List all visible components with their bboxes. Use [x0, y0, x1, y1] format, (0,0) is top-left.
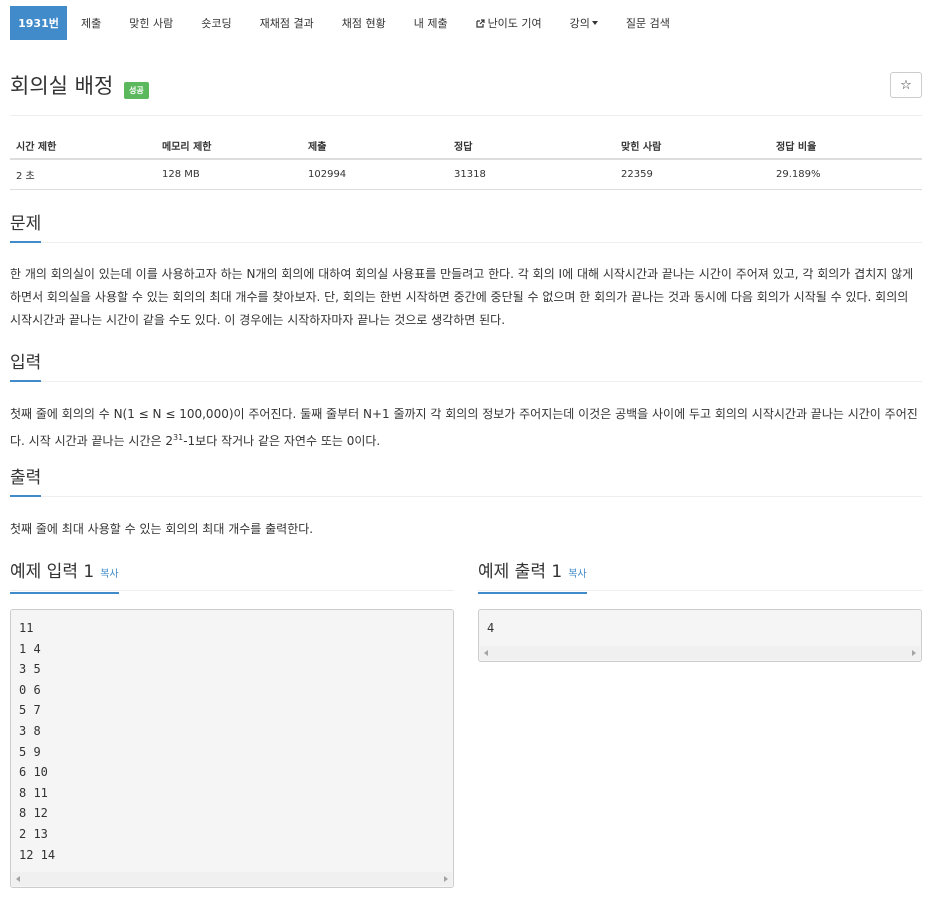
- column-header: 메모리 제한: [156, 132, 302, 160]
- caret-down-icon: [591, 21, 598, 25]
- sample-title-text: 예제 입력 1: [10, 562, 95, 582]
- tab-my-submissions[interactable]: 내 제출: [400, 6, 462, 40]
- title-row: 회의실 배정 성공 ☆: [10, 70, 922, 104]
- sample-output-box[interactable]: 4: [478, 609, 922, 662]
- output-section-header: 출력: [10, 467, 922, 497]
- page-title: 회의실 배정: [10, 74, 114, 98]
- tab-label: 재채점 결과: [259, 17, 314, 30]
- tab-difficulty-contribution[interactable]: 난이도 기여: [462, 6, 556, 40]
- star-icon: ☆: [900, 77, 912, 93]
- copy-input-button[interactable]: 복사: [100, 569, 118, 580]
- problem-info-table: 시간 제한 메모리 제한 제출 정답 맞힌 사람 정답 비율 2 초 128 M…: [10, 132, 922, 190]
- table-cell: 31318: [448, 159, 615, 190]
- sample-output-content: 4: [487, 621, 495, 635]
- divider: [10, 590, 454, 591]
- table-cell: 29.189%: [770, 159, 922, 190]
- external-link-icon: [475, 18, 485, 28]
- divider: [478, 590, 922, 591]
- tab-label: 내 제출: [413, 17, 448, 30]
- table-cell: 128 MB: [156, 159, 302, 190]
- tab-solvers[interactable]: 맞힌 사람: [115, 6, 187, 40]
- column-header: 정답 비율: [770, 132, 922, 160]
- tab-label: 난이도 기여: [487, 17, 542, 30]
- table-header-row: 시간 제한 메모리 제한 제출 정답 맞힌 사람 정답 비율: [10, 132, 922, 160]
- scroll-left-icon[interactable]: [16, 876, 20, 882]
- tab-label: 제출: [81, 17, 102, 30]
- tab-short-coding[interactable]: 숏코딩: [187, 6, 245, 40]
- copy-output-button[interactable]: 복사: [568, 569, 586, 580]
- scroll-right-icon[interactable]: [444, 876, 448, 882]
- sample-output-header: 예제 출력 1 복사: [478, 560, 587, 594]
- tab-lectures[interactable]: 강의: [556, 6, 612, 40]
- input-text-part: 첫째 줄에 회의의 수 N(1 ≤ N ≤ 100,000)이 주어진다. 둘째…: [10, 407, 918, 448]
- sample-input-title: 예제 입력 1 복사: [10, 560, 119, 594]
- tab-label: 1931번: [18, 17, 59, 30]
- scroll-right-icon[interactable]: [912, 650, 916, 656]
- column-header: 맞힌 사람: [615, 132, 770, 160]
- tab-label: 강의: [569, 17, 590, 30]
- tab-label: 질문 검색: [625, 17, 670, 30]
- input-text-part: -1보다 작거나 같은 자연수 또는 0이다.: [183, 434, 381, 448]
- tab-question-search[interactable]: 질문 검색: [612, 6, 684, 40]
- input-description: 첫째 줄에 회의의 수 N(1 ≤ N ≤ 100,000)이 주어진다. 둘째…: [10, 403, 922, 453]
- tab-judge-status[interactable]: 채점 현황: [328, 6, 400, 40]
- problem-tabs: 1931번 제출 맞힌 사람 숏코딩 재채점 결과 채점 현황 내 제출 난이도…: [10, 6, 922, 40]
- output-description: 첫째 줄에 최대 사용할 수 있는 회의의 최대 개수를 출력한다.: [10, 522, 314, 536]
- section-title: 문제: [10, 213, 42, 243]
- tab-problem-number[interactable]: 1931번: [10, 6, 67, 40]
- column-header: 정답: [448, 132, 615, 160]
- tab-rejudge-results[interactable]: 재채점 결과: [246, 6, 328, 40]
- favorite-button[interactable]: ☆: [890, 72, 922, 98]
- tab-label: 채점 현황: [341, 17, 386, 30]
- input-section-header: 입력: [10, 352, 922, 382]
- horizontal-scrollbar[interactable]: [480, 646, 920, 660]
- column-header: 시간 제한: [10, 132, 156, 160]
- section-title: 출력: [10, 467, 42, 497]
- exponent: 31: [173, 433, 184, 442]
- table-row: 2 초 128 MB 102994 31318 22359 29.189%: [10, 159, 922, 190]
- sample-title-text: 예제 출력 1: [478, 562, 563, 582]
- sample-output-title: 예제 출력 1 복사: [478, 560, 587, 594]
- table-cell: 2 초: [10, 159, 156, 190]
- sample-input-content: 11 1 4 3 5 0 6 5 7 3 8 5 9 6 10 8 11 8 1…: [19, 621, 56, 862]
- column-header: 제출: [302, 132, 448, 160]
- problem-section-header: 문제: [10, 213, 922, 243]
- table-cell: 22359: [615, 159, 770, 190]
- status-badge: 성공: [124, 82, 149, 99]
- sample-input-box[interactable]: 11 1 4 3 5 0 6 5 7 3 8 5 9 6 10 8 11 8 1…: [10, 609, 454, 888]
- tab-label: 맞힌 사람: [129, 17, 174, 30]
- sample-input-header: 예제 입력 1 복사: [10, 560, 119, 594]
- scroll-left-icon[interactable]: [484, 650, 488, 656]
- tab-submit[interactable]: 제출: [67, 6, 115, 40]
- horizontal-scrollbar[interactable]: [12, 872, 452, 886]
- tab-label: 숏코딩: [201, 17, 232, 30]
- table-cell: 102994: [302, 159, 448, 190]
- problem-description: 한 개의 회의실이 있는데 이를 사용하고자 하는 N개의 회의에 대하여 회의…: [10, 267, 914, 327]
- section-title: 입력: [10, 352, 42, 382]
- divider: [10, 115, 922, 116]
